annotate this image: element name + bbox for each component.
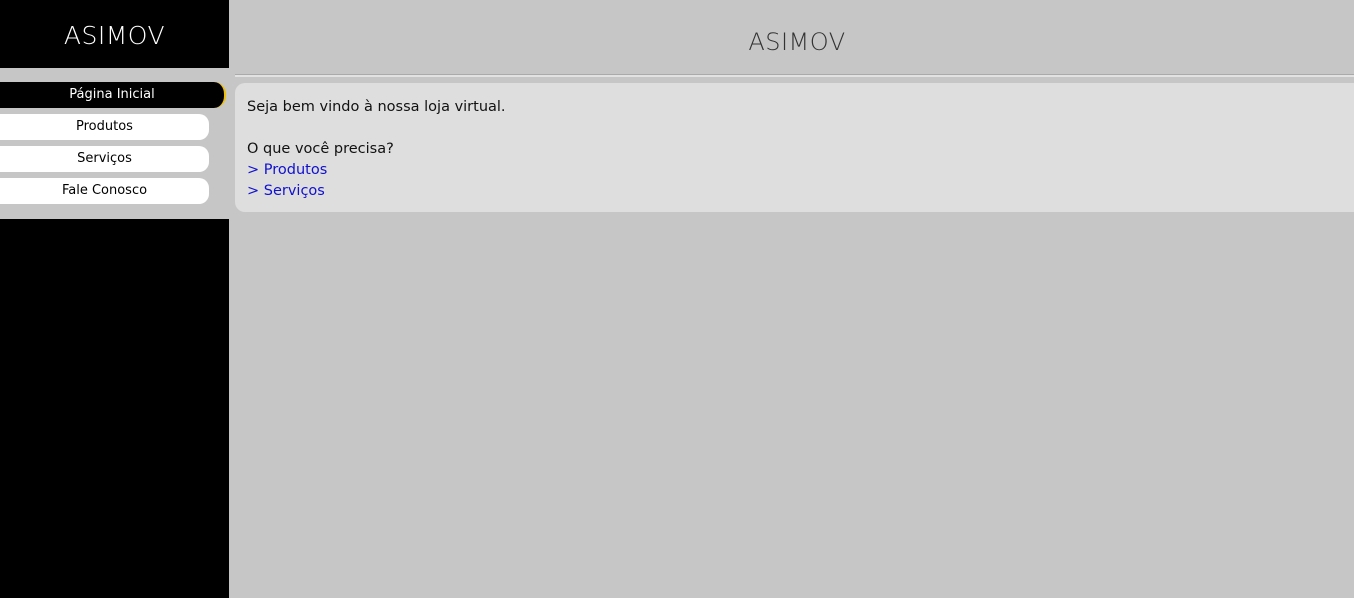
menu-item-produtos[interactable]: Produtos (0, 114, 209, 140)
header-divider (235, 74, 1354, 77)
header: ASIMOV (229, 0, 1354, 74)
sidebar-menu: Página Inicial Produtos Serviços Fale Co… (0, 68, 229, 219)
question-text: O que você precisa? (247, 141, 394, 157)
page: ASIMOV Página Inicial Produtos Serviços … (0, 0, 1354, 598)
content-panel: Seja bem vindo à nossa loja virtual. O q… (235, 83, 1354, 212)
welcome-text: Seja bem vindo à nossa loja virtual. (247, 99, 506, 115)
link-servicos[interactable]: > Serviços (247, 181, 1354, 202)
page-title: ASIMOV (748, 28, 846, 56)
sidebar: ASIMOV Página Inicial Produtos Serviços … (0, 0, 229, 598)
sidebar-logo: ASIMOV (63, 21, 166, 50)
menu-item-fale-conosco[interactable]: Fale Conosco (0, 178, 209, 204)
menu-item-pagina-inicial[interactable]: Página Inicial (0, 82, 226, 108)
link-produtos[interactable]: > Produtos (247, 160, 1354, 181)
menu-item-servicos[interactable]: Serviços (0, 146, 209, 172)
